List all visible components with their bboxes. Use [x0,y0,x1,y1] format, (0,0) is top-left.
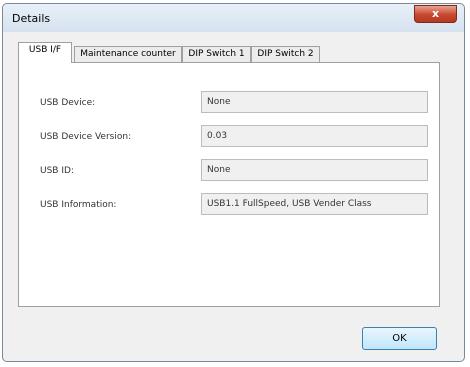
usb-device-field: None [201,91,428,113]
window-title: Details [12,12,51,25]
close-button[interactable]: x [414,5,457,23]
tab-dip-switch-1[interactable]: DIP Switch 1 [182,46,251,62]
tab-label: DIP Switch 1 [188,49,245,59]
usb-information-field: USB1.1 FullSpeed, USB Vender Class [201,193,428,215]
usb-if-panel: USB Device: None USB Device Version: 0.0… [18,62,440,307]
usb-information-label: USB Information: [40,200,117,210]
tab-usb-if[interactable]: USB I/F [18,42,72,63]
usb-device-version-label: USB Device Version: [40,132,132,142]
usb-device-label: USB Device: [40,98,96,108]
tab-label: DIP Switch 2 [257,49,314,59]
title-bar[interactable]: Details x [3,4,464,32]
tab-label: Maintenance counter [80,49,176,59]
usb-id-field: None [201,159,428,181]
tab-maintenance-counter[interactable]: Maintenance counter [74,46,182,62]
tab-dip-switch-2[interactable]: DIP Switch 2 [251,46,320,62]
usb-device-version-field: 0.03 [201,125,428,147]
ok-button[interactable]: OK [362,327,437,350]
tab-label: USB I/F [28,45,62,55]
close-icon: x [431,7,440,20]
usb-id-label: USB ID: [40,166,74,176]
